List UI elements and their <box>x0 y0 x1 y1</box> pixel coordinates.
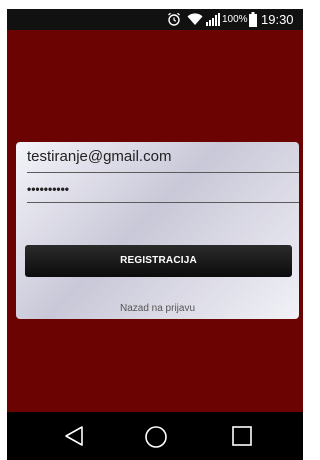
email-value: testiranje@gmail.com <box>27 148 172 165</box>
wifi-icon <box>187 13 203 25</box>
navigation-bar <box>7 412 303 460</box>
signal-icon <box>206 13 220 26</box>
status-bar: 100% 19:30 <box>7 9 303 30</box>
email-field[interactable]: testiranje@gmail.com <box>27 142 299 173</box>
battery-percentage: 100% <box>222 14 248 25</box>
battery-icon <box>249 12 257 27</box>
password-field[interactable]: •••••••••• <box>27 172 299 203</box>
back-to-login-link[interactable]: Nazad na prijavu <box>16 303 299 315</box>
recents-icon[interactable] <box>231 425 253 447</box>
registration-card: testiranje@gmail.com •••••••••• REGISTRA… <box>16 142 299 319</box>
register-button[interactable]: REGISTRACIJA <box>25 245 292 277</box>
status-time: 19:30 <box>261 12 294 27</box>
app-screen: 100% 19:30 testiranje@gmail.com ••••••••… <box>7 9 303 460</box>
back-icon[interactable] <box>63 424 85 448</box>
home-icon[interactable] <box>144 425 168 449</box>
password-value: •••••••••• <box>27 182 70 196</box>
alarm-icon <box>168 12 180 26</box>
